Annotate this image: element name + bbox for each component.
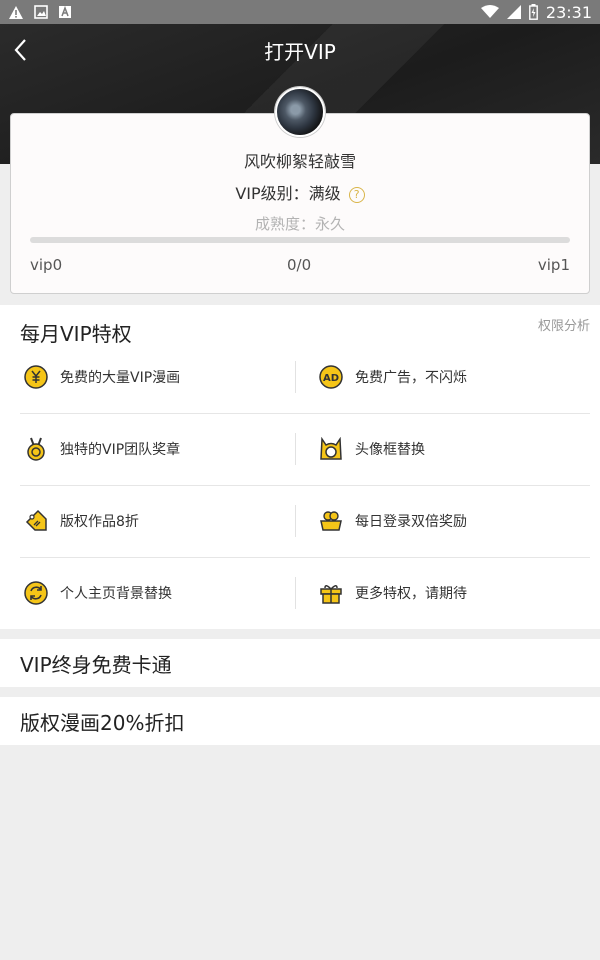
yen-coin-icon: [24, 365, 48, 389]
section-copyright-discount[interactable]: 版权漫画20%折扣: [0, 697, 600, 745]
perk-item[interactable]: 每日登录双倍奖励: [319, 485, 467, 557]
perk-item[interactable]: AD 免费广告，不闪烁: [319, 341, 467, 413]
refresh-icon: [24, 581, 48, 605]
level-progress-text: 0/0: [287, 256, 312, 274]
notification-icons: [8, 5, 72, 20]
signal-icon: [506, 5, 521, 19]
divider: [295, 577, 296, 609]
perk-label: 头像框替换: [355, 442, 425, 458]
svg-text:AD: AD: [323, 373, 339, 384]
section-title: VIP终身免费卡通: [20, 652, 172, 677]
warning-icon: [9, 5, 23, 19]
discount-tag-icon: [24, 509, 48, 533]
vip-level: VIP级别：满级?: [0, 180, 600, 204]
perk-item[interactable]: 版权作品8折: [24, 485, 139, 557]
level-end-label: vip1: [537, 256, 570, 274]
divider: [295, 433, 296, 465]
battery-icon: [528, 4, 538, 20]
double-reward-icon: [319, 509, 343, 533]
help-icon[interactable]: ?: [348, 187, 365, 203]
section-title: 版权漫画20%折扣: [20, 710, 185, 735]
status-bar: 23:31: [0, 0, 600, 24]
divider: [295, 505, 296, 537]
perk-item[interactable]: 免费的大量VIP漫画: [24, 341, 180, 413]
divider: [295, 361, 296, 393]
maturity-text: 成熟度：永久: [254, 215, 345, 233]
page-title: 打开VIP: [264, 40, 336, 64]
section-lifetime-free-comics[interactable]: VIP终身免费卡通: [0, 639, 600, 687]
perk-label: 独特的VIP团队奖章: [60, 442, 181, 458]
perk-label: 每日登录双倍奖励: [355, 514, 467, 530]
font-icon: [59, 5, 71, 18]
perk-item[interactable]: 更多特权，请期待: [319, 557, 467, 629]
username: 风吹柳絮轻敲雪: [243, 152, 356, 171]
image-icon: [34, 5, 48, 19]
perk-item[interactable]: 个人主页背景替换: [24, 557, 172, 629]
perk-label: 更多特权，请期待: [355, 586, 467, 602]
level-start-label: vip0: [30, 256, 63, 274]
ad-icon: AD: [319, 365, 343, 389]
perk-label: 免费广告，不闪烁: [355, 370, 467, 386]
clock: 23:31: [545, 2, 592, 22]
avatar[interactable]: [275, 87, 325, 137]
wifi-icon: [480, 5, 499, 18]
monthly-privileges-panel: 每月VIP特权 权限分析 免费的大量VIP漫画 AD 免费广告，不闪烁 独特的V…: [0, 305, 600, 629]
perk-label: 个人主页背景替换: [60, 586, 172, 602]
perk-label: 免费的大量VIP漫画: [60, 370, 181, 386]
gift-icon: [319, 581, 343, 605]
perk-item[interactable]: 独特的VIP团队奖章: [24, 413, 180, 485]
medal-icon: [24, 437, 48, 461]
privilege-analysis-link[interactable]: 权限分析: [538, 315, 590, 334]
perk-item[interactable]: 头像框替换: [319, 413, 425, 485]
vip-level-text: VIP级别：满级: [235, 184, 341, 203]
level-progress-bar: [30, 237, 570, 243]
avatar-frame-icon: [319, 437, 343, 461]
perk-label: 版权作品8折: [60, 514, 139, 530]
